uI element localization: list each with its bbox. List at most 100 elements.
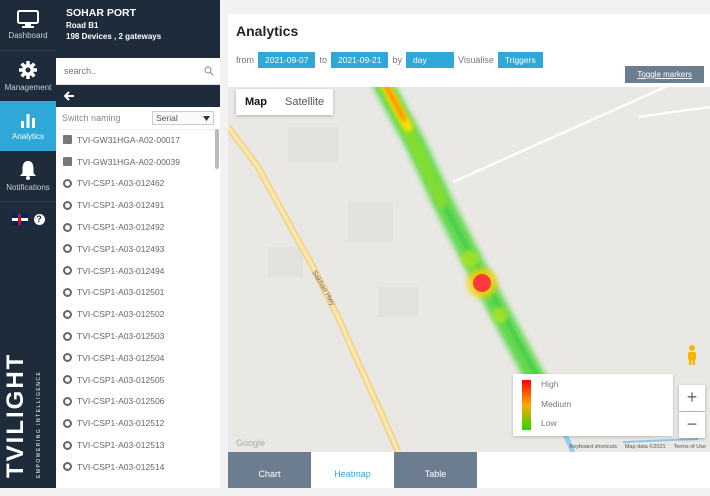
naming-select[interactable]: Serial bbox=[152, 111, 214, 125]
device-name: TVI-CSP1-A03-012514 bbox=[77, 461, 165, 472]
lamp-icon bbox=[63, 440, 72, 450]
legend-medium: Medium bbox=[541, 399, 572, 409]
analytics-card: Analytics from 2021-09-07 to 2021-09-21 … bbox=[228, 14, 710, 488]
lamp-icon bbox=[63, 396, 72, 406]
switch-naming-row: Switch naming Serial bbox=[56, 107, 220, 130]
highway-road bbox=[228, 124, 402, 452]
brand-name: TVILIGHT bbox=[2, 352, 29, 478]
device-list-item[interactable]: TVI-CSP1-A03-012503 bbox=[56, 325, 220, 347]
lamp-icon bbox=[63, 462, 72, 472]
device-list-item[interactable]: TVI-GW31HGA-A02-00039 bbox=[56, 151, 220, 173]
map-type-satellite[interactable]: Satellite bbox=[276, 89, 333, 115]
heatmap-map[interactable]: Sakhari Hwy Map Satellite High Medium Lo… bbox=[228, 87, 710, 452]
device-list-item[interactable]: TVI-CSP1-A03-012506 bbox=[56, 391, 220, 413]
device-list-item[interactable]: TVI-CSP1-A03-012501 bbox=[56, 282, 220, 304]
gear-icon bbox=[19, 61, 37, 79]
toggle-markers-button[interactable]: Toggle markers bbox=[625, 66, 704, 83]
by-label: by bbox=[392, 55, 402, 65]
tab-table[interactable]: Table bbox=[394, 452, 477, 488]
search-icon[interactable] bbox=[204, 66, 214, 76]
visualise-label: Visualise bbox=[458, 55, 494, 65]
zoom-out-button[interactable]: − bbox=[679, 412, 705, 438]
bar-chart-icon bbox=[21, 114, 35, 128]
device-list: TVI-GW31HGA-A02-00017 TVI-GW31HGA-A02-000… bbox=[56, 129, 220, 488]
heatmap-layer bbox=[373, 87, 548, 393]
map-data-text: Map data ©2021 bbox=[624, 444, 666, 450]
bell-icon bbox=[20, 161, 36, 180]
tab-chart[interactable]: Chart bbox=[228, 452, 311, 488]
lamp-icon bbox=[63, 266, 72, 276]
nav-notifications-label: Notifications bbox=[6, 183, 50, 192]
pegman-icon[interactable] bbox=[684, 344, 700, 366]
zoom-in-button[interactable]: + bbox=[679, 385, 705, 411]
keyboard-shortcuts-link[interactable]: Keyboard shortcuts bbox=[569, 444, 616, 450]
heatmap-legend: High Medium Low bbox=[513, 374, 673, 436]
tvilight-logo: TVILIGHT EMPOWERING INTELLIGENCE bbox=[0, 353, 56, 478]
legend-low: Low bbox=[541, 418, 557, 428]
to-date-input[interactable]: 2021-09-21 bbox=[331, 52, 389, 68]
filter-bar: from 2021-09-07 to 2021-09-21 by day Vis… bbox=[236, 52, 543, 68]
legend-gradient bbox=[522, 380, 531, 430]
device-name: TVI-GW31HGA-A02-00017 bbox=[77, 134, 180, 145]
interval-select[interactable]: day bbox=[406, 52, 454, 68]
map-type-control: Map Satellite bbox=[236, 89, 334, 115]
device-list-item[interactable]: TVI-CSP1-A03-012462 bbox=[56, 173, 220, 195]
back-button[interactable] bbox=[56, 85, 220, 107]
nav-dashboard-label: Dashboard bbox=[8, 31, 48, 40]
list-scrollbar[interactable] bbox=[215, 129, 219, 169]
site-road: Road B1 bbox=[66, 21, 99, 30]
map-type-map[interactable]: Map bbox=[236, 89, 276, 115]
lamp-icon bbox=[63, 178, 72, 188]
search-input[interactable] bbox=[62, 65, 204, 77]
device-name: TVI-GW31HGA-A02-00039 bbox=[77, 156, 180, 167]
nav-analytics-label: Analytics bbox=[11, 132, 44, 141]
help-icon[interactable]: ? bbox=[33, 213, 45, 225]
lamp-icon bbox=[63, 331, 72, 341]
from-label: from bbox=[236, 55, 254, 65]
google-logo: Google bbox=[236, 438, 266, 448]
left-nav-rail: Dashboard Management Analytics Notificat… bbox=[0, 0, 56, 488]
road-name-label: Sakhari Hwy bbox=[310, 270, 336, 308]
lamp-icon bbox=[63, 287, 72, 297]
device-name: TVI-CSP1-A03-012505 bbox=[77, 374, 165, 385]
device-name: TVI-CSP1-A03-012491 bbox=[77, 200, 165, 211]
device-list-item[interactable]: TVI-CSP1-A03-012505 bbox=[56, 369, 220, 391]
device-list-item[interactable]: TVI-CSP1-A03-012504 bbox=[56, 347, 220, 369]
device-name: TVI-CSP1-A03-012462 bbox=[77, 178, 165, 189]
device-list-item[interactable]: TVI-CSP1-A03-012494 bbox=[56, 260, 220, 282]
from-date-input[interactable]: 2021-09-07 bbox=[258, 52, 316, 68]
legend-high: High bbox=[541, 379, 559, 389]
nav-analytics[interactable]: Analytics bbox=[0, 101, 56, 151]
device-name: TVI-CSP1-A03-012506 bbox=[77, 396, 165, 407]
device-list-item[interactable]: TVI-CSP1-A03-012514 bbox=[56, 456, 220, 478]
device-list-item[interactable]: TVI-GW31HGA-A02-00017 bbox=[56, 129, 220, 151]
lamp-icon bbox=[63, 244, 72, 254]
device-list-item[interactable]: TVI-CSP1-A03-012491 bbox=[56, 194, 220, 216]
lamp-icon bbox=[63, 375, 72, 385]
terms-link[interactable]: Terms of Use bbox=[674, 444, 706, 450]
arrow-left-icon bbox=[64, 91, 74, 101]
nav-management[interactable]: Management bbox=[0, 51, 56, 101]
nav-dashboard[interactable]: Dashboard bbox=[0, 0, 56, 50]
site-name: SOHAR PORT bbox=[66, 7, 137, 19]
device-list-item[interactable]: TVI-CSP1-A03-012493 bbox=[56, 238, 220, 260]
device-list-item[interactable]: TVI-CSP1-A03-012502 bbox=[56, 303, 220, 325]
switch-naming-label: Switch naming bbox=[62, 113, 121, 123]
view-tabs: Chart Heatmap Table bbox=[228, 452, 477, 488]
language-row: ? bbox=[0, 202, 56, 236]
uk-flag-icon[interactable] bbox=[11, 213, 28, 225]
dropdown-caret-icon bbox=[203, 115, 210, 121]
gateway-icon bbox=[63, 157, 72, 167]
device-list-item[interactable]: TVI-CSP1-A03-012513 bbox=[56, 434, 220, 456]
nav-notifications[interactable]: Notifications bbox=[0, 151, 56, 201]
device-name: TVI-CSP1-A03-012502 bbox=[77, 309, 165, 320]
tab-heatmap[interactable]: Heatmap bbox=[311, 452, 394, 488]
nav-management-label: Management bbox=[4, 83, 52, 92]
device-list-item[interactable]: TVI-CSP1-A03-012492 bbox=[56, 216, 220, 238]
visualise-select[interactable]: Triggers bbox=[497, 52, 543, 68]
naming-select-value: Serial bbox=[156, 113, 178, 123]
device-list-item[interactable]: TVI-CSP1-A03-012512 bbox=[56, 412, 220, 434]
site-summary: 198 Devices , 2 gateways bbox=[66, 32, 162, 41]
device-name: TVI-CSP1-A03-012493 bbox=[77, 243, 165, 254]
device-name: TVI-CSP1-A03-012512 bbox=[77, 418, 165, 429]
